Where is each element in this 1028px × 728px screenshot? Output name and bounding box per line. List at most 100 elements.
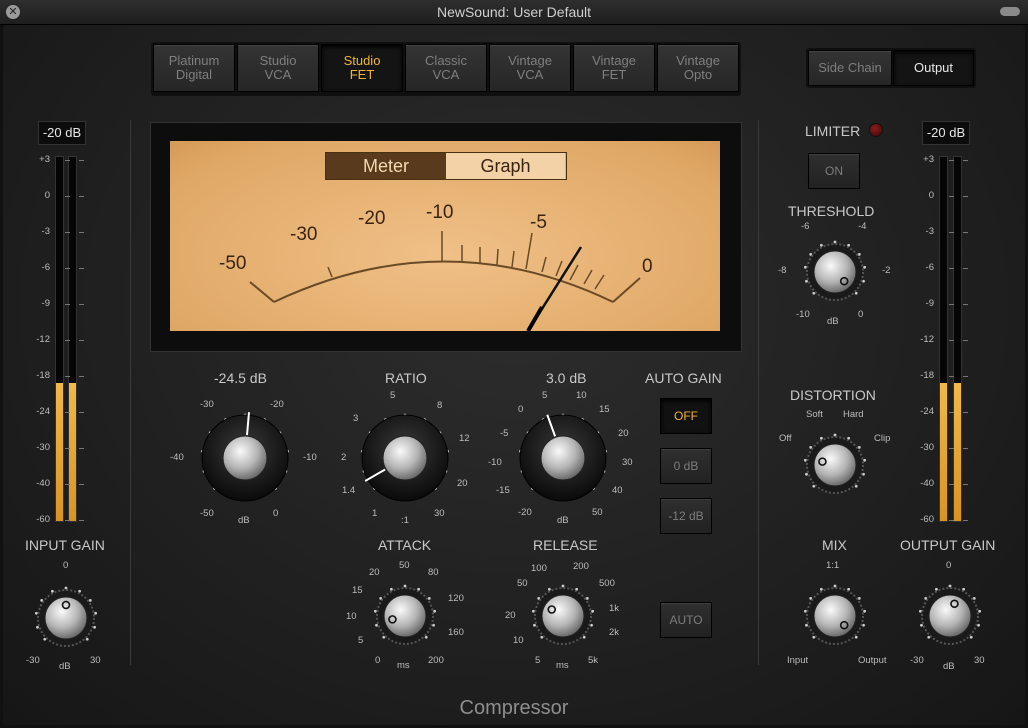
mix-label: MIX bbox=[822, 537, 847, 553]
ratio-label: RATIO bbox=[385, 370, 427, 386]
mix-knob[interactable] bbox=[802, 583, 868, 649]
meter-tab[interactable]: Meter bbox=[326, 153, 446, 179]
vu-scale-arc bbox=[273, 260, 614, 303]
vu-label: -5 bbox=[530, 212, 547, 233]
zoom-icon[interactable] bbox=[1000, 7, 1020, 16]
limiter-threshold-label: THRESHOLD bbox=[788, 203, 875, 219]
meter-scale-label: -12 bbox=[36, 334, 50, 345]
vu-label: -20 bbox=[358, 208, 386, 229]
knob-scale-dot bbox=[805, 623, 808, 627]
knob-graphic bbox=[373, 584, 437, 645]
release-knob[interactable] bbox=[530, 583, 596, 649]
meter-scale-tick bbox=[79, 376, 84, 377]
knob-scale-dot bbox=[403, 584, 407, 588]
model-studio-vca[interactable]: Studio VCA bbox=[237, 44, 319, 92]
knob-cap bbox=[928, 594, 972, 638]
meter-scale-tick bbox=[79, 484, 84, 485]
window-title: NewSound: User Default bbox=[436, 4, 592, 20]
output-meter-left-fill bbox=[940, 382, 947, 521]
meter-scale-tick bbox=[79, 412, 84, 413]
meter-scale-tick bbox=[79, 520, 84, 521]
meter-scale-tick bbox=[949, 448, 954, 449]
knob-scale-dot bbox=[34, 611, 38, 615]
knob-scale-dot bbox=[948, 584, 952, 588]
knob-tick: 0 bbox=[518, 404, 524, 415]
release-auto-button[interactable]: AUTO bbox=[660, 602, 712, 638]
meter-scale-tick bbox=[963, 304, 968, 305]
knob-scale-dot bbox=[547, 587, 551, 591]
knob-scale-dot bbox=[36, 625, 39, 629]
vu-label: -30 bbox=[290, 224, 318, 245]
meter-scale-tick bbox=[79, 448, 84, 449]
model-vintage-fet[interactable]: Vintage FET bbox=[573, 44, 655, 92]
knob-cap bbox=[813, 250, 857, 294]
knob-cap bbox=[813, 594, 857, 638]
knob-scale-dot bbox=[857, 596, 861, 600]
meter-scale-tick bbox=[963, 520, 968, 521]
knob-scale-dot bbox=[857, 445, 861, 449]
meter-scale-tick bbox=[79, 232, 84, 233]
model-vintage-vca[interactable]: Vintage VCA bbox=[489, 44, 571, 92]
output-meter-right bbox=[953, 156, 962, 522]
knob-tick: 5 bbox=[390, 390, 396, 401]
input-meter-left bbox=[55, 156, 64, 522]
meter-scale-tick bbox=[65, 412, 70, 413]
input-meter-right bbox=[68, 156, 77, 522]
meter-scale-tick bbox=[949, 412, 954, 413]
model-platinum-digital[interactable]: Platinum Digital bbox=[153, 44, 235, 92]
vu-label: -10 bbox=[426, 202, 454, 223]
output-gain-label: OUTPUT GAIN bbox=[900, 537, 996, 553]
attack-knob[interactable] bbox=[372, 583, 438, 649]
knob-tick: -5 bbox=[500, 428, 509, 439]
auto-gain-0db-button[interactable]: 0 dB bbox=[660, 448, 712, 484]
output-gain-knob[interactable] bbox=[917, 583, 983, 649]
meter-scale-label: -60 bbox=[36, 514, 50, 525]
knob-tick: -30 bbox=[26, 655, 40, 666]
knob-graphic bbox=[803, 433, 867, 494]
title-bar: ✕ NewSound: User Default bbox=[0, 0, 1028, 25]
knob-scale-dot bbox=[805, 472, 808, 476]
limiter-threshold-knob[interactable] bbox=[802, 239, 868, 305]
knob-scale-dot bbox=[427, 596, 431, 600]
ratio-knob[interactable] bbox=[359, 412, 451, 504]
model-vintage-opto[interactable]: Vintage Opto bbox=[657, 44, 739, 92]
input-gain-knob[interactable] bbox=[33, 585, 99, 651]
knob-tick: 5 bbox=[535, 655, 541, 666]
meter-scale-label: -12 bbox=[920, 334, 934, 345]
knob-scale-dot bbox=[561, 584, 565, 588]
knob-tick: 20 bbox=[457, 478, 468, 489]
graph-tab[interactable]: Graph bbox=[446, 153, 565, 179]
meter-scale-tick bbox=[949, 340, 954, 341]
knob-tick: 1 bbox=[372, 508, 378, 519]
meter-scale-label: -18 bbox=[36, 370, 50, 381]
knob-tick: -50 bbox=[200, 508, 214, 519]
knob-scale-dot bbox=[533, 623, 536, 627]
threshold-knob[interactable] bbox=[199, 412, 291, 504]
knob-tick: 500 bbox=[599, 578, 615, 589]
knob-scale-dot bbox=[531, 609, 535, 613]
auto-gain-off-button[interactable]: OFF bbox=[660, 398, 712, 434]
side-chain-button[interactable]: Side Chain bbox=[808, 50, 892, 86]
knob-scale-dot bbox=[819, 243, 823, 247]
model-classic-vca[interactable]: Classic VCA bbox=[405, 44, 487, 92]
knob-scale-dot bbox=[803, 458, 807, 462]
meter-scale-tick bbox=[963, 412, 968, 413]
knob-tick: 50 bbox=[592, 507, 603, 518]
knob-tick: -15 bbox=[496, 485, 510, 496]
model-studio-fet[interactable]: Studio FET bbox=[321, 44, 403, 92]
knob-tick: 10 bbox=[513, 635, 524, 646]
auto-gain-minus12db-button[interactable]: -12 dB bbox=[660, 498, 712, 534]
makeup-gain-knob[interactable] bbox=[517, 412, 609, 504]
knob-scale-dot bbox=[918, 609, 922, 613]
output-button[interactable]: Output bbox=[893, 50, 974, 86]
knob-scale-dot bbox=[88, 598, 92, 602]
meter-scale-tick bbox=[65, 160, 70, 161]
output-meter-left bbox=[939, 156, 948, 522]
distortion-knob[interactable] bbox=[802, 432, 868, 498]
knob-tick: 10 bbox=[576, 390, 587, 401]
meter-scale-label: -24 bbox=[36, 406, 50, 417]
knob-tick: -10 bbox=[796, 309, 810, 320]
knob-tick: 200 bbox=[573, 561, 589, 572]
knob-tick: 0 bbox=[375, 655, 381, 666]
limiter-on-button[interactable]: ON bbox=[808, 153, 860, 189]
